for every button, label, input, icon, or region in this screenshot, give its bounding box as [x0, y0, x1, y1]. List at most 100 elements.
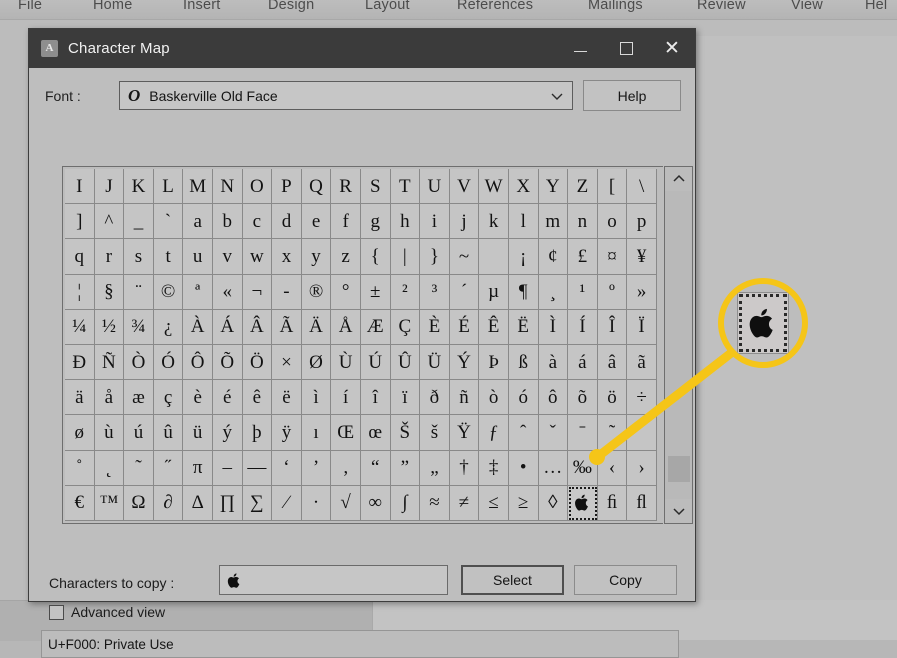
char-cell[interactable]: ‘ [272, 450, 302, 486]
char-cell[interactable]: S [360, 169, 391, 205]
chevron-down-icon[interactable] [665, 499, 692, 523]
char-cell[interactable]: ‡ [479, 450, 509, 486]
char-cell[interactable]: ÷ [627, 380, 657, 416]
char-cell[interactable]: ∏ [212, 485, 243, 521]
char-cell[interactable]: Õ [212, 344, 243, 381]
char-cell[interactable]: ö [597, 380, 628, 416]
char-cell[interactable]: – [212, 450, 243, 486]
char-cell[interactable]: u [183, 239, 213, 275]
char-cell[interactable]: — [242, 450, 273, 486]
char-cell[interactable]: Q [301, 169, 332, 205]
scrollbar-thumb[interactable] [668, 456, 690, 482]
char-cell[interactable]: â [597, 344, 628, 381]
char-cell[interactable] [479, 239, 509, 275]
char-cell[interactable]: L [153, 169, 184, 205]
char-cell[interactable]: ô [538, 380, 569, 416]
char-cell[interactable]: Å [331, 309, 361, 345]
ribbon-tab-file[interactable]: File [18, 0, 42, 13]
char-cell[interactable]: k [479, 204, 509, 240]
char-cell[interactable]: À [183, 309, 213, 345]
char-cell[interactable]: „ [420, 450, 450, 486]
char-cell[interactable]: ¡ [508, 239, 539, 275]
char-cell[interactable]: l [508, 204, 539, 240]
char-cell[interactable]: š [420, 415, 450, 451]
char-cell[interactable]: ß [508, 344, 539, 381]
char-cell[interactable]: § [94, 274, 125, 310]
char-cell[interactable]: á [568, 344, 598, 381]
char-cell[interactable]: » [627, 274, 657, 310]
char-cell[interactable]: ‹ [597, 450, 628, 486]
advanced-view-row[interactable]: Advanced view [49, 604, 165, 620]
char-cell[interactable]: æ [124, 380, 154, 416]
char-cell[interactable]: f [331, 204, 361, 240]
char-cell[interactable]: ≈ [420, 485, 450, 521]
char-cell[interactable]: ì [301, 380, 332, 416]
char-cell[interactable]: ñ [449, 380, 480, 416]
char-cell[interactable]: î [360, 380, 391, 416]
char-cell[interactable]: • [508, 450, 539, 486]
char-cell[interactable]: ª [183, 274, 213, 310]
font-dropdown[interactable]: O Baskerville Old Face [119, 81, 573, 110]
char-cell[interactable]: ƒ [479, 415, 509, 451]
char-cell[interactable]: o [597, 204, 628, 240]
char-cell[interactable]: † [449, 450, 480, 486]
advanced-view-checkbox[interactable] [49, 604, 64, 620]
char-cell[interactable]: ý [212, 415, 243, 451]
char-cell[interactable]: ¨ [124, 274, 154, 310]
char-cell[interactable]: m [538, 204, 569, 240]
char-cell[interactable]: Ö [242, 344, 273, 381]
chevron-up-icon[interactable] [665, 167, 692, 191]
ribbon-tab-references[interactable]: References [457, 0, 533, 13]
char-cell[interactable]: g [360, 204, 391, 240]
char-cell[interactable]: P [272, 169, 302, 205]
char-cell[interactable]: ¶ [508, 274, 539, 310]
chevron-down-icon[interactable] [550, 89, 564, 103]
copy-button[interactable]: Copy [574, 565, 677, 595]
char-cell[interactable]: √ [331, 485, 361, 521]
char-cell[interactable]: Î [597, 309, 628, 345]
char-cell[interactable]: Ù [331, 344, 361, 381]
char-cell[interactable]: ’ [301, 450, 332, 486]
char-cell[interactable]: ı [301, 415, 332, 451]
help-button[interactable]: Help [583, 80, 681, 111]
char-cell[interactable]: ä [65, 380, 95, 416]
char-cell[interactable]: ¥ [627, 239, 657, 275]
char-cell[interactable]: Œ [331, 415, 361, 451]
char-cell[interactable]: Ω [124, 485, 154, 521]
char-cell[interactable]: d [272, 204, 302, 240]
char-cell[interactable]: z [331, 239, 361, 275]
char-cell[interactable]: ¾ [124, 309, 154, 345]
ribbon-tab-home[interactable]: Home [93, 0, 132, 13]
char-cell[interactable]: | [390, 239, 421, 275]
char-cell[interactable]: ◊ [538, 485, 569, 521]
char-cell[interactable]: ≤ [479, 485, 509, 521]
char-cell[interactable]: Ñ [94, 344, 125, 381]
char-cell[interactable]: { [360, 239, 391, 275]
minimize-button[interactable] [557, 29, 603, 68]
char-cell[interactable]: ° [331, 274, 361, 310]
ribbon-tab-hel[interactable]: Hel [865, 0, 887, 13]
char-cell[interactable]: ˜ [597, 415, 628, 451]
char-cell[interactable]: t [153, 239, 184, 275]
char-cell[interactable]: p [627, 204, 657, 240]
char-cell[interactable]: è [183, 380, 213, 416]
char-cell[interactable]: ^ [94, 204, 125, 240]
character-grid[interactable]: I J K L M N O P Q R S T U V W X Y Z[\] ^ _ ` a b c d e f g h i j k l m n o p… [65, 169, 657, 521]
char-cell[interactable]: à [538, 344, 569, 381]
char-cell[interactable]: ” [390, 450, 421, 486]
char-cell[interactable]: ð [420, 380, 450, 416]
char-cell[interactable]: é [212, 380, 243, 416]
char-cell[interactable]: Û [390, 344, 421, 381]
char-cell[interactable]: Ø [301, 344, 332, 381]
char-cell[interactable]: ` [153, 204, 184, 240]
char-cell[interactable]: ò [479, 380, 509, 416]
char-cell[interactable]: È [420, 309, 450, 345]
ribbon-tab-layout[interactable]: Layout [365, 0, 410, 13]
char-cell[interactable]: º [597, 274, 628, 310]
char-cell[interactable]: Ú [360, 344, 391, 381]
char-cell[interactable]: ï [390, 380, 421, 416]
char-cell[interactable]: ë [272, 380, 302, 416]
char-cell[interactable]: Y [538, 169, 569, 205]
char-cell[interactable]: ] [65, 204, 95, 240]
char-cell[interactable]: … [538, 450, 569, 486]
